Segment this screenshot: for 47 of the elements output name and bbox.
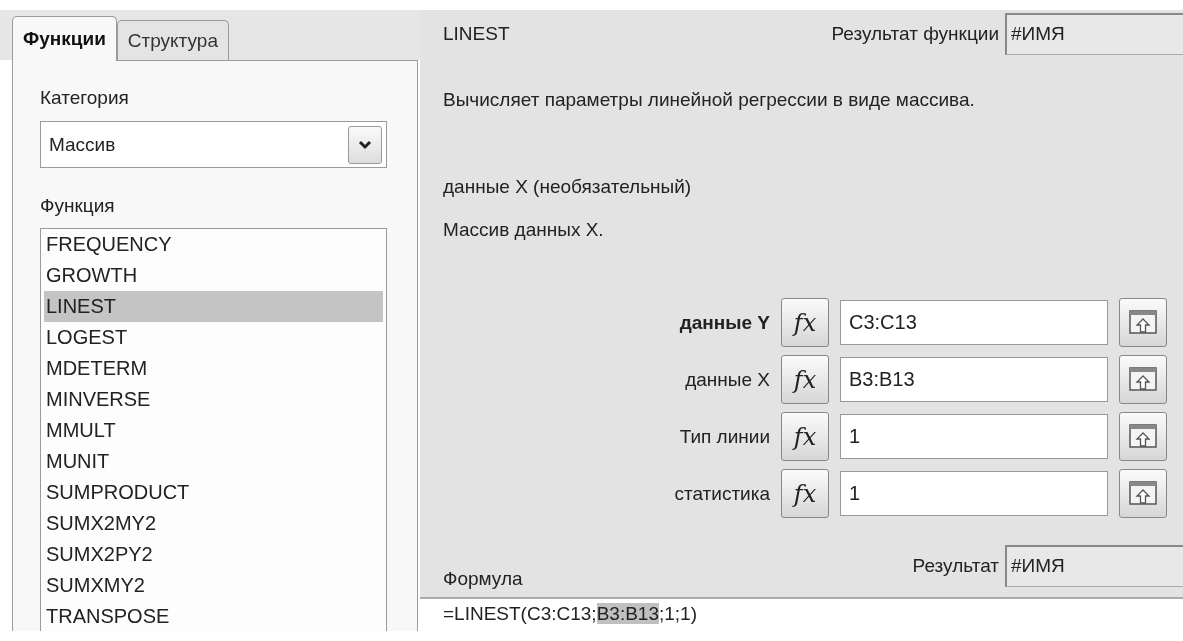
function-item[interactable]: MMULT	[44, 415, 383, 446]
function-item[interactable]: SUMX2MY2	[44, 508, 383, 539]
shrink-button[interactable]	[1119, 469, 1167, 518]
function-description: Вычисляет параметры линейной регрессии в виде массива.	[442, 88, 975, 112]
function-result-label: Результат функции	[831, 23, 999, 45]
argument-field[interactable]: C3:C13	[840, 300, 1108, 345]
category-label: Категория	[40, 86, 129, 110]
category-dropdown[interactable]: Массив	[40, 121, 387, 168]
function-label: Функция	[40, 194, 115, 218]
function-item[interactable]: LINEST	[44, 291, 383, 322]
function-item[interactable]: MDETERM	[44, 353, 383, 384]
argument-description: Массив данных X.	[442, 218, 604, 242]
argument-field[interactable]: 1	[840, 471, 1108, 516]
argument-label: Тип линии	[679, 425, 770, 448]
tab[interactable]: Структура	[116, 20, 229, 60]
argument-label: статистика	[674, 482, 770, 505]
argument-field[interactable]: B3:B13	[840, 357, 1108, 402]
function-item[interactable]: LOGEST	[44, 322, 383, 353]
function-item[interactable]: SUMPRODUCT	[44, 477, 383, 508]
formula-label: Формула	[443, 567, 523, 591]
argument-field[interactable]: 1	[840, 414, 1108, 459]
argument-title: данные X (необязательный)	[442, 175, 692, 199]
shrink-button[interactable]	[1119, 412, 1167, 461]
chevron-down-icon	[358, 139, 372, 150]
function-item[interactable]: MUNIT	[44, 446, 383, 477]
function-item[interactable]: FREQUENCY	[44, 229, 383, 260]
dropdown-value: Массив	[49, 133, 116, 156]
function-item[interactable]: SUMX2PY2	[44, 539, 383, 570]
function-wizard-button[interactable]: fx	[781, 412, 829, 461]
argument-label: данные Y	[679, 311, 770, 334]
tab[interactable]: Функции	[12, 16, 117, 61]
shrink-button[interactable]	[1119, 298, 1167, 347]
result-field: #ИМЯ	[1005, 545, 1183, 587]
result-label: Результат	[912, 555, 999, 577]
function-name: LINEST	[443, 23, 510, 45]
function-wizard-button[interactable]: fx	[781, 355, 829, 404]
formula-field[interactable]: =LINEST(C3:C13;B3:B13;1;1)	[420, 597, 1183, 631]
function-wizard-button[interactable]: fx	[781, 298, 829, 347]
function-wizard-button[interactable]: fx	[781, 469, 829, 518]
function-item[interactable]: TRANSPOSE	[44, 601, 383, 631]
dropdown-button[interactable]	[348, 125, 382, 164]
function-item[interactable]: SUMXMY2	[44, 570, 383, 601]
shrink-button[interactable]	[1119, 355, 1167, 404]
function-result-field: #ИМЯ	[1005, 13, 1183, 55]
function-item[interactable]: MINVERSE	[44, 384, 383, 415]
argument-label: данные X	[685, 368, 770, 391]
function-item[interactable]: GROWTH	[44, 260, 383, 291]
